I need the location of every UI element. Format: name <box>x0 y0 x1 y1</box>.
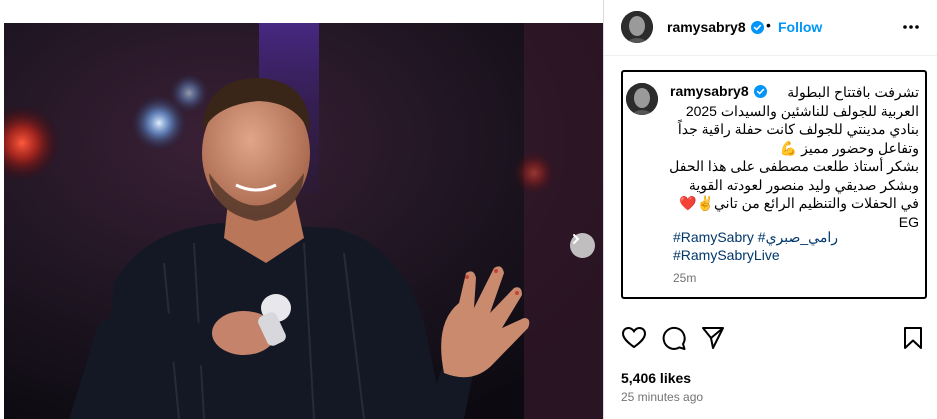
bookmark-icon[interactable] <box>900 325 926 351</box>
post-actions <box>604 325 937 355</box>
avatar-image <box>621 11 653 43</box>
more-options-icon[interactable] <box>901 17 921 37</box>
caption-time: 25m <box>673 271 697 285</box>
follow-button[interactable]: Follow <box>778 19 822 35</box>
header-separator: • <box>766 17 771 33</box>
next-slide-button[interactable] <box>570 233 595 258</box>
author-name-row: ramysabry8 <box>667 19 764 35</box>
instagram-post: ramysabry8 • Follow ramysabry8 تشرفت باف… <box>0 0 937 419</box>
post-header: ramysabry8 • Follow <box>604 0 937 56</box>
posted-time[interactable]: 25 minutes ago <box>621 390 703 404</box>
hashtag-link[interactable]: #RamySabryLive <box>673 246 913 264</box>
comment-icon[interactable] <box>661 325 687 351</box>
avatar-image <box>626 83 658 115</box>
caption-hashtags: #RamySabry #رامي_صبري #RamySabryLive <box>673 228 913 264</box>
caption-text: تشرفت بافتتاح البطولة العربية للجولف للن… <box>669 84 919 230</box>
chevron-right-icon <box>573 234 580 244</box>
post-photo[interactable] <box>4 23 603 419</box>
verified-badge-icon <box>750 20 764 34</box>
caption-avatar[interactable] <box>626 83 658 115</box>
concert-photo <box>4 23 603 419</box>
post-side-panel: ramysabry8 • Follow ramysabry8 تشرفت باف… <box>603 0 937 419</box>
author-username[interactable]: ramysabry8 <box>667 19 746 35</box>
share-icon[interactable] <box>700 325 726 351</box>
likes-count[interactable]: 5,406 likes <box>621 370 691 386</box>
hashtag-link[interactable]: #RamySabry #رامي_صبري <box>673 228 913 246</box>
author-avatar[interactable] <box>621 11 653 43</box>
caption-section: ramysabry8 تشرفت بافتتاح البطولة العربية… <box>621 70 927 299</box>
heart-icon[interactable] <box>621 325 647 351</box>
